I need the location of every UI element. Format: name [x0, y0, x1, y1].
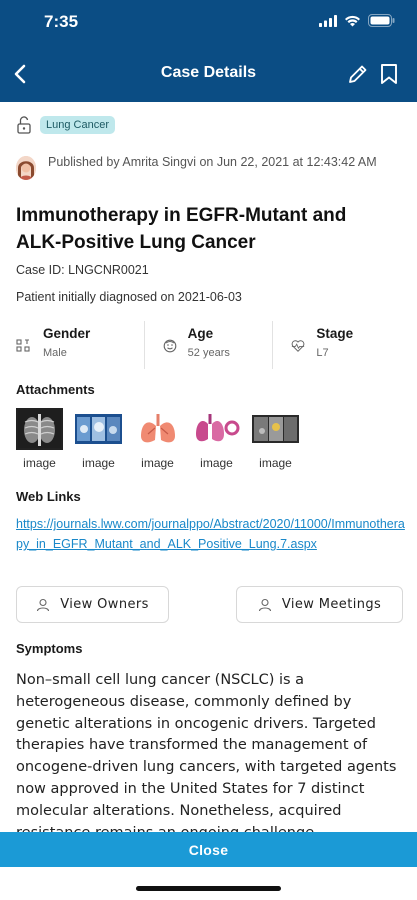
stat-stage: Stage L7 [272, 321, 401, 369]
status-bar: 7:35 [0, 0, 417, 48]
stat-gender: Gender Male [16, 321, 144, 369]
lungs-diagram-thumbnail[interactable] [193, 408, 240, 450]
published-text: Published by Amrita Singvi on Jun 22, 20… [48, 155, 377, 169]
home-indicator [136, 886, 281, 891]
diagnosis-date: Patient initially diagnosed on 2021-06-0… [16, 290, 242, 304]
attachment-label: image [200, 456, 233, 470]
stat-value: Male [43, 347, 67, 359]
case-content[interactable]: Lung Cancer Published by Amrita Singvi o… [0, 102, 417, 832]
view-owners-button[interactable]: View Owners [16, 586, 169, 623]
view-meetings-label: View Meetings [281, 597, 382, 612]
stat-label: Stage [316, 326, 354, 341]
lungs-illustration-thumbnail[interactable] [134, 408, 181, 450]
attachment-label: image [23, 456, 56, 470]
attachment-label: image [82, 456, 115, 470]
stat-value: 52 years [187, 347, 230, 359]
web-links-heading: Web Links [16, 489, 81, 504]
face-icon [163, 339, 177, 353]
tag-row: Lung Cancer [16, 116, 115, 134]
stat-label: Age [187, 326, 214, 341]
symptoms-heading: Symptoms [16, 641, 83, 656]
attachment-item[interactable]: image [252, 408, 299, 470]
unlock-icon [17, 116, 31, 134]
pencil-icon [349, 65, 367, 83]
gender-icon [16, 339, 30, 352]
user-icon [258, 598, 271, 611]
battery-icon [368, 14, 395, 27]
close-button[interactable]: Close [0, 832, 417, 867]
status-time: 7:35 [44, 12, 79, 31]
case-id: Case ID: LNGCNR0021 [16, 263, 149, 277]
attachment-item[interactable]: image [134, 408, 181, 470]
stat-label: Gender [43, 326, 91, 341]
stat-value: L7 [316, 347, 329, 359]
header: 7:35 Case Details [0, 0, 417, 102]
publisher-info: Published by Amrita Singvi on Jun 22, 20… [16, 152, 406, 180]
attachment-item[interactable]: image [193, 408, 240, 470]
navbar: Case Details [0, 48, 417, 102]
case-title: Immunotherapy in EGFR-Mutant and ALK-Pos… [16, 205, 347, 253]
view-owners-label: View Owners [60, 597, 149, 612]
attachment-item[interactable]: image [75, 408, 122, 470]
patient-stats: Gender Male Age 52 years Stage L7 [16, 321, 401, 369]
attachment-label: image [141, 456, 174, 470]
web-link[interactable]: https://journals.lww.com/journalppo/Abst… [16, 514, 406, 554]
symptoms-text: Non–small cell lung cancer (NSCLC) is a … [16, 672, 397, 832]
attachments-heading: Attachments [16, 382, 95, 397]
ct-slice-thumbnail[interactable] [252, 408, 299, 450]
chest-xray-thumbnail[interactable] [16, 408, 63, 450]
attachment-item[interactable]: image [16, 408, 63, 470]
attachment-label: image [259, 456, 292, 470]
view-meetings-button[interactable]: View Meetings [236, 586, 403, 623]
bookmark-icon [381, 64, 397, 84]
category-tag: Lung Cancer [40, 116, 115, 134]
attachments-list: image image image image image [16, 408, 299, 470]
edit-button[interactable] [345, 61, 371, 87]
ct-scan-thumbnail[interactable] [75, 408, 122, 450]
heartbeat-icon [292, 340, 305, 352]
wifi-icon [345, 15, 360, 26]
status-icons [319, 14, 395, 27]
signal-icon [319, 14, 337, 27]
bookmark-button[interactable] [377, 61, 401, 87]
avatar [16, 156, 36, 180]
user-icon [37, 598, 50, 611]
stat-age: Age 52 years [143, 321, 273, 369]
